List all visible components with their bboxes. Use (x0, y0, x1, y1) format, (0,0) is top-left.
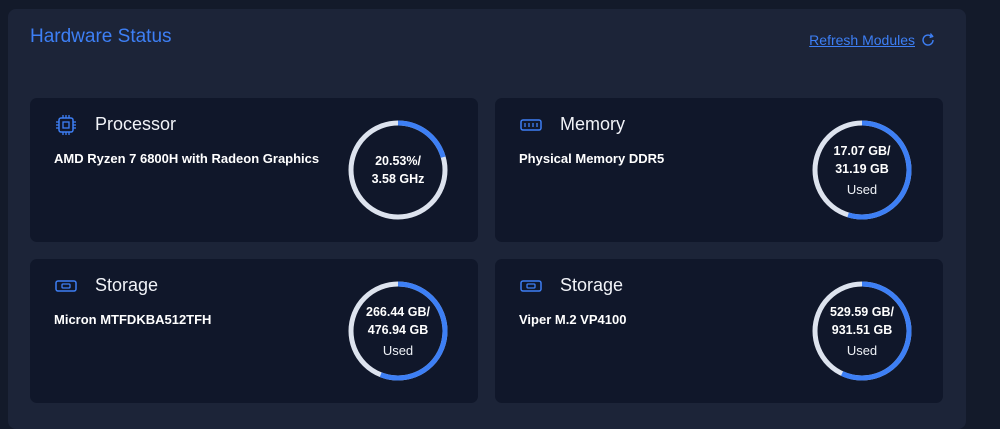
usage-total: 31.19 GB (835, 161, 889, 176)
cpu-icon (54, 113, 78, 137)
usage-value: 266.44 GB/ (366, 304, 430, 319)
usage-ring: 266.44 GB/ 476.94 GB Used (346, 279, 450, 383)
usage-ring: 17.07 GB/ 31.19 GB Used (810, 118, 914, 222)
card-title: Storage (95, 275, 159, 295)
usage-value: 20.53%/ (375, 154, 421, 168)
usage-total: 931.51 GB (831, 322, 893, 337)
card-subtitle: Physical Memory DDR5 (519, 151, 665, 166)
refresh-modules-label: Refresh Modules (809, 32, 915, 48)
used-label: Used (846, 181, 878, 197)
usage-value: 17.07 GB/ (833, 143, 891, 158)
card-subtitle: Micron MTFDKBA512TFH (54, 312, 212, 327)
refresh-modules-link[interactable]: Refresh Modules (809, 32, 936, 48)
used-label: Used (846, 342, 878, 358)
memory-icon (519, 113, 543, 137)
card-subtitle: Viper M.2 VP4100 (519, 312, 627, 327)
usage-ring: 529.59 GB/ 931.51 GB Used (810, 279, 914, 383)
card-subtitle: AMD Ryzen 7 6800H with Radeon Graphics (54, 151, 320, 166)
card-title: Storage (560, 275, 624, 295)
card-storage: Storage Micron MTFDKBA512TFH 266.44 GB/ … (30, 259, 478, 403)
storage-icon (519, 274, 543, 298)
usage-value: 529.59 GB/ (830, 304, 894, 319)
card-title: Memory (560, 114, 626, 134)
usage-total: 3.58 GHz (371, 172, 425, 186)
card-title: Processor (95, 114, 177, 134)
card-storage: Storage Viper M.2 VP4100 529.59 GB/ 931.… (495, 259, 943, 403)
storage-icon (54, 274, 78, 298)
panel-title: Hardware Status (30, 26, 172, 47)
used-label: Used (382, 342, 414, 358)
refresh-icon (920, 32, 936, 48)
usage-total: 476.94 GB (367, 322, 429, 337)
card-memory: Memory Physical Memory DDR5 17.07 GB/ 31… (495, 98, 943, 242)
card-processor: Processor AMD Ryzen 7 6800H with Radeon … (30, 98, 478, 242)
usage-ring: 20.53%/ 3.58 GHz (346, 118, 450, 222)
